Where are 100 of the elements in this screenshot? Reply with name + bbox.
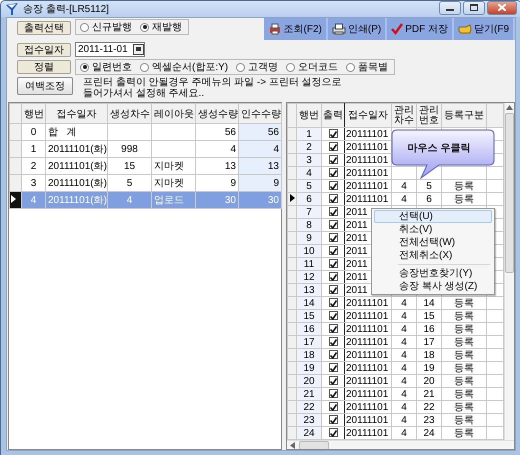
close-icon[interactable] xyxy=(498,4,506,11)
table-cell: 9 xyxy=(238,174,282,192)
table-cell: 20111101 xyxy=(344,322,392,336)
table-cell: 4 xyxy=(392,388,416,400)
close-button[interactable] xyxy=(487,1,517,14)
radio-option[interactable]: 엑셀순서(합포:Y) xyxy=(140,60,228,74)
table-row[interactable]: 1 20111101(화) 998 4 4 xyxy=(10,140,282,158)
radio-button[interactable] xyxy=(140,62,149,72)
radio-button[interactable] xyxy=(346,62,356,72)
column-header: 레이아웃 xyxy=(152,104,196,124)
radio-button[interactable] xyxy=(286,62,296,72)
print-checkbox[interactable] xyxy=(328,363,338,372)
notice-text: 프린터 출력이 안될경우 주메뉴의 파일 -> 프린터 설정으로 들어가셔서 설정해 주세요.. xyxy=(83,77,343,99)
table-row[interactable]: 15 20111101 4 15 등록 xyxy=(288,310,504,322)
field-label: 접수일자 xyxy=(17,42,71,56)
print-checkbox[interactable] xyxy=(328,129,338,138)
print-checkbox[interactable] xyxy=(328,324,338,334)
print-checkbox[interactable] xyxy=(328,285,338,294)
print-checkbox[interactable] xyxy=(328,155,338,164)
table-cell: 20 xyxy=(416,374,442,388)
table-cell: 합 계 xyxy=(46,124,108,140)
table-row[interactable]: 16 20111101 4 16 등록 xyxy=(288,322,504,336)
table-row[interactable]: 6 20111101 4 6 등록 xyxy=(288,192,504,206)
print-checkbox[interactable] xyxy=(328,207,338,216)
column-header: 접수일자 xyxy=(46,104,108,124)
table-row[interactable]: 2 20111101(화) 15 지마켓 13 13 xyxy=(10,158,282,174)
print-checkbox[interactable] xyxy=(328,337,338,346)
table-cell: 15 xyxy=(416,310,442,322)
print-checkbox[interactable] xyxy=(328,246,338,256)
margin-button[interactable]: 여백조정 xyxy=(17,77,73,95)
table-cell: 등록 xyxy=(442,180,486,192)
radio-option[interactable]: 신규발행 xyxy=(80,20,132,34)
scroll-left-icon[interactable] xyxy=(290,442,295,449)
print-checkbox[interactable] xyxy=(328,311,338,320)
table-cell: 4 xyxy=(392,322,416,336)
table-cell: 20111101 xyxy=(344,374,392,388)
table-cell: 4 xyxy=(392,374,416,388)
menu-item[interactable]: 선택(U) xyxy=(374,210,492,223)
maximize-button[interactable] xyxy=(463,1,485,14)
table-row[interactable]: 23 20111101 4 23 등록 xyxy=(288,414,504,426)
table-cell: 20111101(화) xyxy=(46,158,108,174)
table-row[interactable]: 19 20111101 4 19 등록 xyxy=(288,362,504,374)
table-row[interactable]: 0 합 계 56 56 xyxy=(10,124,282,140)
table-row[interactable]: 14 20111101 4 14 등록 xyxy=(288,296,504,310)
printer-icon xyxy=(332,23,346,35)
table-cell: 4 xyxy=(392,296,416,310)
print-checkbox[interactable] xyxy=(328,350,338,360)
radio-option[interactable]: 일련번호 xyxy=(80,60,132,74)
table-row[interactable]: 21 20111101 4 21 등록 xyxy=(288,388,504,400)
table-cell: 4 xyxy=(392,180,416,192)
printer-icon xyxy=(268,23,282,35)
table-cell: 4 xyxy=(108,192,152,208)
radio-button[interactable] xyxy=(80,22,89,32)
table-row[interactable]: 18 20111101 4 18 등록 xyxy=(288,348,504,362)
radio-button[interactable] xyxy=(140,22,149,32)
table-cell: 6 xyxy=(416,192,442,206)
table-cell: 30 xyxy=(196,192,238,208)
field-label: 출력선택 xyxy=(17,21,71,35)
table-cell: 4 xyxy=(392,362,416,374)
print-checkbox[interactable] xyxy=(328,142,338,152)
table-row[interactable]: 5 20111101 4 5 등록 xyxy=(288,180,504,192)
print-checkbox[interactable] xyxy=(328,415,338,424)
table-cell: 4 xyxy=(392,310,416,322)
print-checkbox[interactable] xyxy=(328,298,338,308)
scrollbar-thumb[interactable] xyxy=(505,113,514,273)
print-checkbox[interactable] xyxy=(328,194,338,204)
table-row[interactable]: 22 20111101 4 22 등록 xyxy=(288,400,504,414)
maximize-icon[interactable] xyxy=(470,4,478,11)
table-cell: 4 xyxy=(392,348,416,362)
table-row[interactable]: 20 20111101 4 20 등록 xyxy=(288,374,504,388)
radio-button[interactable] xyxy=(236,62,246,72)
print-checkbox[interactable] xyxy=(328,272,338,282)
radio-option[interactable]: 품목별 xyxy=(346,60,388,74)
table-row[interactable]: 17 20111101 4 17 등록 xyxy=(288,336,504,348)
radio-button[interactable] xyxy=(80,62,89,72)
date-field[interactable]: 2011-11-01 xyxy=(75,42,145,57)
table-cell: 등록 xyxy=(442,348,486,362)
print-checkbox[interactable] xyxy=(328,220,338,230)
table-cell: 22 xyxy=(416,400,442,414)
calendar-icon[interactable] xyxy=(133,44,144,55)
scroll-up-icon[interactable] xyxy=(506,105,513,110)
print-checkbox[interactable] xyxy=(328,233,338,242)
column-header: 생성수량 xyxy=(196,104,238,124)
scrollbar-thumb[interactable] xyxy=(299,441,329,449)
table-cell: 업로드 xyxy=(152,192,196,208)
radio-option[interactable]: 재발행 xyxy=(140,20,182,34)
print-checkbox[interactable] xyxy=(328,376,338,386)
print-checkbox[interactable] xyxy=(328,389,338,398)
print-checkbox[interactable] xyxy=(328,402,338,412)
table-cell: 4 xyxy=(392,192,416,206)
radio-option[interactable]: 오더코드 xyxy=(286,60,338,74)
print-checkbox[interactable] xyxy=(328,168,338,178)
print-checkbox[interactable] xyxy=(328,259,338,268)
table-row[interactable]: 3 20111101(화) 5 지마켓 9 9 xyxy=(10,174,282,192)
minimize-button[interactable] xyxy=(439,1,461,14)
print-checkbox[interactable] xyxy=(328,428,338,438)
table-cell: 30 xyxy=(238,192,282,208)
table-cell: 4 xyxy=(238,140,282,158)
print-checkbox[interactable] xyxy=(328,181,338,190)
radio-option[interactable]: 고객명 xyxy=(236,60,278,74)
